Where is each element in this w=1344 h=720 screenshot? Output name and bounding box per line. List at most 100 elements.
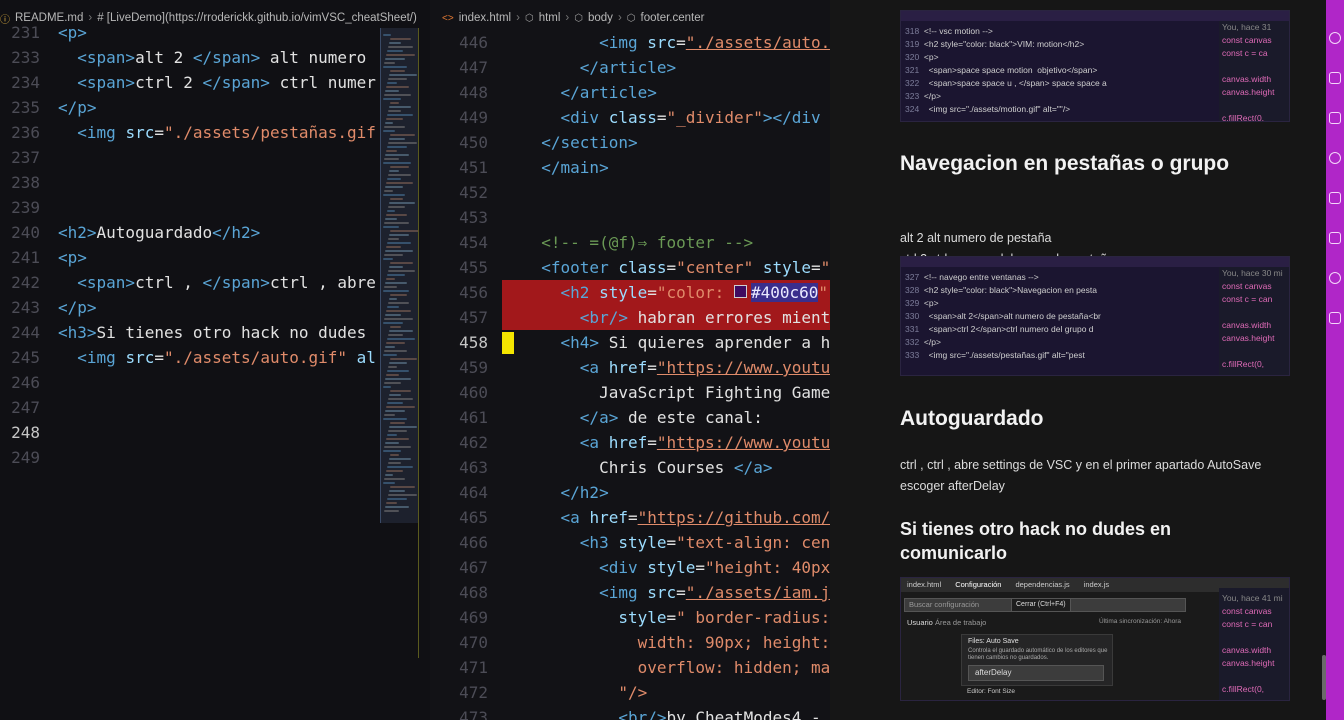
git-icon[interactable]	[1329, 112, 1341, 124]
code-line[interactable]: 246	[0, 370, 430, 395]
code-text[interactable]: style=" border-radius:	[522, 605, 830, 630]
code-line[interactable]: 453	[430, 205, 830, 230]
code-text[interactable]: <a href="https://www.youtub	[522, 430, 830, 455]
code-text[interactable]: <footer class="center" style="m	[522, 255, 830, 280]
code-line[interactable]: 469 style=" border-radius:	[430, 605, 830, 630]
left-editor[interactable]: ⓘ README.md › # [LiveDemo](https://rrode…	[0, 0, 430, 720]
code-text[interactable]: <img src="./assets/pestañas.gif	[58, 120, 376, 145]
middle-editor[interactable]: <> index.html › ⬡ html › ⬡ body › ⬡ foot…	[430, 0, 830, 720]
code-text[interactable]: <p>	[58, 245, 87, 270]
code-line[interactable]: 243 </p>	[0, 295, 430, 320]
code-text[interactable]: </article>	[522, 55, 676, 80]
code-text[interactable]: <span>alt 2 </span> alt numero	[58, 45, 366, 70]
close-icon[interactable]	[1329, 32, 1341, 44]
code-text[interactable]: <h3>Si tienes otro hack no dudes	[58, 320, 366, 345]
extensions-icon[interactable]	[1329, 192, 1341, 204]
code-line[interactable]: 455 <footer class="center" style="m	[430, 255, 830, 280]
code-line[interactable]: 471 overflow: hidden; mar	[430, 655, 830, 680]
code-line[interactable]: 235 </p>	[0, 95, 430, 120]
code-text[interactable]: <a href="https://github.com/r	[522, 505, 830, 530]
code-line[interactable]: 449 <div class="_divider"></div	[430, 105, 830, 130]
debug-icon[interactable]	[1329, 152, 1341, 164]
code-line[interactable]: 236 <img src="./assets/pestañas.gif	[0, 120, 430, 145]
code-line[interactable]: 238	[0, 170, 430, 195]
code-text[interactable]: overflow: hidden; mar	[522, 655, 830, 680]
code-line[interactable]: 470 width: 90px; height:	[430, 630, 830, 655]
code-text[interactable]: <!-- =(@f)⇒ footer -->	[522, 230, 753, 255]
search-icon[interactable]	[1329, 72, 1341, 84]
code-text[interactable]: <h2 style="color: #400c60"	[522, 280, 828, 305]
package-icon[interactable]	[1329, 312, 1341, 324]
code-line[interactable]: 244 <h3>Si tienes otro hack no dudes	[0, 320, 430, 345]
code-text[interactable]: <h2>Autoguardado</h2>	[58, 220, 260, 245]
code-line[interactable]: 462 <a href="https://www.youtub	[430, 430, 830, 455]
code-line[interactable]: 242 <span>ctrl , </span>ctrl , abre	[0, 270, 430, 295]
code-line[interactable]: 472 "/>	[430, 680, 830, 705]
code-line[interactable]: 239	[0, 195, 430, 220]
code-text[interactable]: JavaScript Fighting Game	[522, 380, 830, 405]
code-text[interactable]: </section>	[522, 130, 637, 155]
code-text[interactable]: </main>	[522, 155, 608, 180]
code-text[interactable]: <h3 style="text-align: cent	[522, 530, 830, 555]
code-text[interactable]: </a> de este canal:	[522, 405, 763, 430]
breadcrumb-item[interactable]: index.html	[459, 12, 511, 24]
breadcrumb-item[interactable]: footer.center	[641, 12, 705, 24]
code-text[interactable]: <p>	[58, 20, 87, 45]
code-line[interactable]: 473 <br/>by CheatModes4 - rro	[430, 705, 830, 720]
code-text[interactable]: <div class="_divider"></div	[522, 105, 821, 130]
code-line[interactable]: 468 <img src="./assets/iam.jp	[430, 580, 830, 605]
code-text[interactable]: </article>	[522, 80, 657, 105]
code-text[interactable]: <span>ctrl , </span>ctrl , abre	[58, 270, 376, 295]
code-line[interactable]: 447 </article>	[430, 55, 830, 80]
code-text[interactable]: <div style="height: 40px"	[522, 555, 830, 580]
minimap[interactable]	[380, 28, 419, 523]
code-text[interactable]: <img src="./assets/iam.jp	[522, 580, 830, 605]
code-text[interactable]: </h2>	[522, 480, 609, 505]
code-line[interactable]: 249	[0, 445, 430, 470]
code-line[interactable]: 460 JavaScript Fighting Game	[430, 380, 830, 405]
accounts-icon[interactable]	[1329, 272, 1341, 284]
code-line[interactable]: 231 <p>	[0, 20, 430, 45]
code-text[interactable]: </p>	[58, 295, 97, 320]
breadcrumb-item[interactable]: html	[539, 12, 561, 24]
code-line[interactable]: 234 <span>ctrl 2 </span> ctrl numer	[0, 70, 430, 95]
code-line[interactable]: 463 Chris Courses </a>	[430, 455, 830, 480]
code-line[interactable]: 464 </h2>	[430, 480, 830, 505]
code-line[interactable]: 237	[0, 145, 430, 170]
code-line[interactable]: 452	[430, 180, 830, 205]
code-line[interactable]: 466 <h3 style="text-align: cent	[430, 530, 830, 555]
code-line[interactable]: 240 <h2>Autoguardado</h2>	[0, 220, 430, 245]
code-line[interactable]: 451 </main>	[430, 155, 830, 180]
code-line[interactable]: 457 <br/> habran errores mientr	[430, 305, 830, 330]
code-line[interactable]: 459 <a href="https://www.youtub	[430, 355, 830, 380]
breadcrumb-item[interactable]: body	[588, 12, 613, 24]
code-line[interactable]: 245 <img src="./assets/auto.gif" al	[0, 345, 430, 370]
code-line[interactable]: 247	[0, 395, 430, 420]
code-line[interactable]: 456 <h2 style="color: #400c60"	[430, 280, 830, 305]
code-text[interactable]: <h4> Si quieres aprender a ha	[522, 330, 830, 355]
code-line[interactable]: 241 <p>	[0, 245, 430, 270]
live-preview[interactable]: 318 <!-- vsc motion --> 319 <h2 style="co…	[830, 0, 1326, 720]
code-line[interactable]: 454 <!-- =(@f)⇒ footer -->	[430, 230, 830, 255]
code-text[interactable]: <img src="./assets/auto.gif" al	[58, 345, 376, 370]
code-text[interactable]: width: 90px; height:	[522, 630, 830, 655]
code-text[interactable]: </p>	[58, 95, 97, 120]
code-text[interactable]: <span>ctrl 2 </span> ctrl numer	[58, 70, 376, 95]
code-text[interactable]: "/>	[522, 680, 647, 705]
code-text[interactable]: <a href="https://www.youtub	[522, 355, 830, 380]
code-line[interactable]: 446 <img src="./assets/auto.g	[430, 30, 830, 55]
code-line[interactable]: 467 <div style="height: 40px"	[430, 555, 830, 580]
code-line[interactable]: 233 <span>alt 2 </span> alt numero	[0, 45, 430, 70]
remote-icon[interactable]	[1329, 232, 1341, 244]
minimap-line	[390, 230, 419, 232]
code-line[interactable]: 450 </section>	[430, 130, 830, 155]
code-text[interactable]: <br/>by CheatModes4 - rro	[522, 705, 830, 720]
code-line[interactable]: 461 </a> de este canal:	[430, 405, 830, 430]
code-line[interactable]: 248	[0, 420, 430, 445]
code-line[interactable]: 458 <h4> Si quieres aprender a ha	[430, 330, 830, 355]
code-line[interactable]: 465 <a href="https://github.com/r	[430, 505, 830, 530]
code-text[interactable]: <br/> habran errores mientr	[522, 305, 830, 330]
code-line[interactable]: 448 </article>	[430, 80, 830, 105]
code-text[interactable]: <img src="./assets/auto.g	[522, 30, 830, 55]
code-text[interactable]: Chris Courses </a>	[522, 455, 772, 480]
